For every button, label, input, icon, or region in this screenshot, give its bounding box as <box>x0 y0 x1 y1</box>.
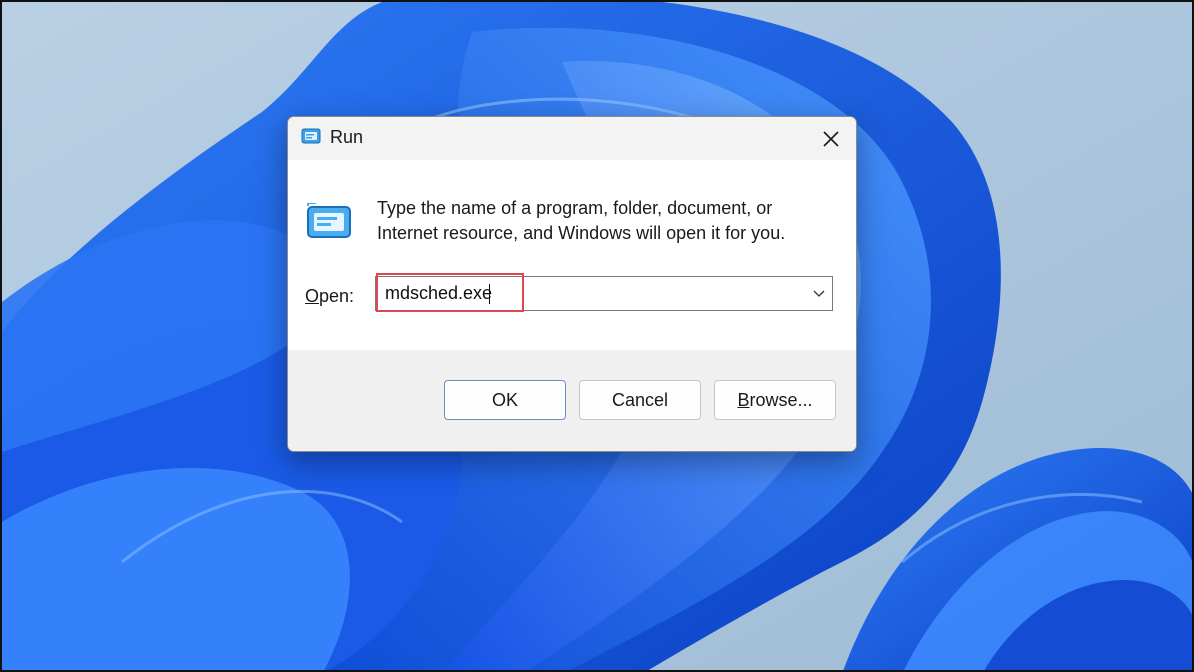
close-button[interactable] <box>806 117 856 160</box>
close-icon <box>823 130 839 147</box>
dialog-description: Type the name of a program, folder, docu… <box>377 198 786 243</box>
open-label-text: pen: <box>319 286 355 306</box>
open-combobox[interactable] <box>375 276 833 311</box>
cancel-button[interactable]: Cancel <box>579 380 701 420</box>
open-input[interactable] <box>385 277 785 310</box>
dialog-title: Run <box>330 127 364 147</box>
dialog-body: Type the name of a program, folder, docu… <box>288 160 856 350</box>
run-icon <box>301 128 321 144</box>
browse-button[interactable]: Browse... <box>714 380 836 420</box>
run-icon <box>307 203 351 238</box>
chevron-down-icon[interactable] <box>812 286 826 300</box>
browse-mnemonic: B <box>737 389 750 410</box>
open-label: Open: <box>305 286 354 307</box>
title-bar[interactable]: Run <box>288 117 856 160</box>
browse-label: rowse... <box>749 389 813 410</box>
run-dialog: Run Type the name of a program, folder, … <box>287 116 857 452</box>
open-label-mnemonic: O <box>305 286 320 306</box>
text-cursor <box>489 284 490 304</box>
screenshot-frame: Run Type the name of a program, folder, … <box>0 0 1194 672</box>
dialog-footer: OK Cancel Browse... <box>288 350 856 451</box>
ok-button[interactable]: OK <box>444 380 566 420</box>
